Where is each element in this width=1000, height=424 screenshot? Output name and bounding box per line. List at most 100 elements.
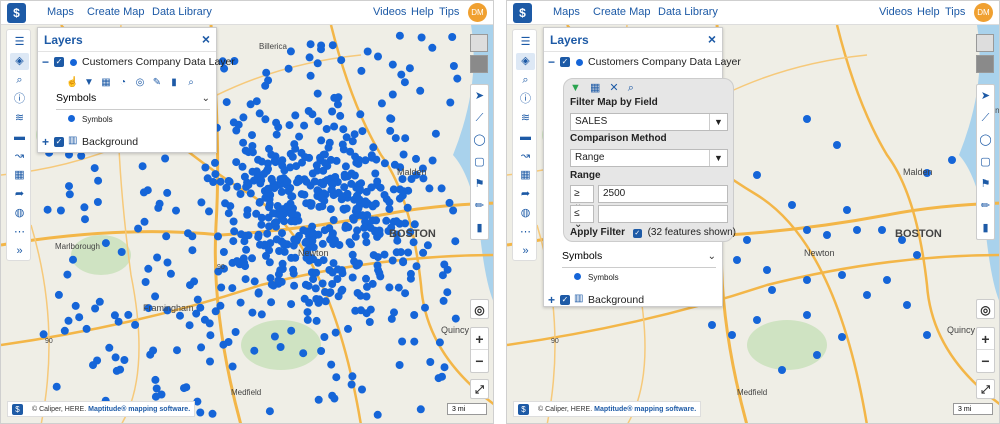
layers-icon[interactable]: ◈ xyxy=(516,53,535,70)
customer-point[interactable] xyxy=(306,40,315,49)
customer-point[interactable] xyxy=(397,70,406,79)
customer-point[interactable] xyxy=(348,250,357,259)
customer-point[interactable] xyxy=(358,385,366,394)
customer-point[interactable] xyxy=(302,237,310,246)
customer-point[interactable] xyxy=(229,118,238,127)
customer-point[interactable] xyxy=(82,324,91,333)
customer-point[interactable] xyxy=(348,372,357,381)
line-icon[interactable]: ⟋ xyxy=(471,107,488,129)
customer-point[interactable] xyxy=(292,162,301,171)
customer-point[interactable] xyxy=(80,203,89,212)
customer-point[interactable] xyxy=(317,347,326,355)
customer-point[interactable] xyxy=(400,78,409,87)
customer-point[interactable] xyxy=(257,220,266,229)
zoom-out-button[interactable]: − xyxy=(471,350,488,372)
close-icon[interactable]: × xyxy=(708,31,716,47)
customer-point[interactable] xyxy=(329,216,338,224)
stack-icon[interactable]: ≋ xyxy=(10,110,29,127)
customer-point[interactable] xyxy=(313,89,322,98)
customer-point[interactable] xyxy=(261,81,270,90)
customer-point[interactable] xyxy=(110,311,119,320)
range-max-operator[interactable]: ≤ ⌄ xyxy=(570,205,594,230)
customer-point[interactable] xyxy=(222,98,231,107)
car-icon[interactable]: ▬ xyxy=(10,129,29,146)
clear-icon[interactable]: ✕ xyxy=(609,82,618,94)
customer-point[interactable] xyxy=(180,384,188,393)
filtered-customer-point[interactable] xyxy=(903,301,911,309)
customer-point[interactable] xyxy=(304,107,313,115)
customer-point[interactable] xyxy=(373,177,382,186)
background-row[interactable]: + ✓ ▥ Background xyxy=(544,290,722,310)
customer-point[interactable] xyxy=(363,47,372,56)
customer-point[interactable] xyxy=(276,343,285,351)
filtered-customer-point[interactable] xyxy=(863,291,871,299)
customer-point[interactable] xyxy=(206,357,214,366)
customer-point[interactable] xyxy=(267,298,276,307)
customer-point[interactable] xyxy=(287,209,296,218)
customer-point[interactable] xyxy=(293,234,302,243)
customer-point[interactable] xyxy=(425,184,434,193)
zoom-in-button[interactable]: + xyxy=(977,328,994,350)
customer-point[interactable] xyxy=(320,333,329,341)
customer-point[interactable] xyxy=(229,237,238,246)
customer-point[interactable] xyxy=(386,126,395,135)
customer-point[interactable] xyxy=(278,156,287,165)
customer-point[interactable] xyxy=(224,209,233,218)
customer-point[interactable] xyxy=(146,350,155,359)
customer-point[interactable] xyxy=(216,177,225,186)
layer-checkbox[interactable]: ✓ xyxy=(54,57,64,67)
customer-point[interactable] xyxy=(315,202,324,211)
customer-point[interactable] xyxy=(56,206,65,215)
nav-create-map[interactable]: Create Map xyxy=(593,6,650,18)
customer-point[interactable] xyxy=(117,248,126,256)
customer-point[interactable] xyxy=(236,190,245,198)
customer-point[interactable] xyxy=(197,343,206,352)
customer-point[interactable] xyxy=(318,279,327,288)
customer-point[interactable] xyxy=(304,281,313,290)
customer-point[interactable] xyxy=(403,203,412,212)
nav-data-library[interactable]: Data Library xyxy=(152,6,212,18)
customer-point[interactable] xyxy=(77,151,86,160)
customer-point[interactable] xyxy=(331,328,340,337)
customer-point[interactable] xyxy=(243,210,252,219)
customer-point[interactable] xyxy=(116,365,125,374)
grid-icon[interactable]: ▦ xyxy=(516,167,535,184)
delete-icon[interactable]: ▮ xyxy=(168,77,180,89)
more-icon[interactable]: ⋯ xyxy=(10,224,29,241)
customer-point[interactable] xyxy=(352,261,361,270)
customer-point[interactable] xyxy=(312,268,321,277)
customer-point[interactable] xyxy=(277,187,286,196)
customer-point[interactable] xyxy=(380,159,389,168)
nav-help[interactable]: Help xyxy=(917,6,940,18)
customer-point[interactable] xyxy=(305,298,314,307)
customer-point[interactable] xyxy=(60,326,69,335)
layer-checkbox[interactable]: ✓ xyxy=(560,57,570,67)
symbols-select[interactable]: Symbols ⌄ xyxy=(562,250,716,268)
customer-point[interactable] xyxy=(186,281,194,290)
customer-point[interactable] xyxy=(185,321,194,330)
cursor-icon[interactable]: ➤ xyxy=(471,85,488,107)
customer-point[interactable] xyxy=(233,182,242,191)
info-icon[interactable]: ⓘ xyxy=(10,91,29,108)
nav-videos[interactable]: Videos xyxy=(879,6,912,18)
customer-point[interactable] xyxy=(291,111,300,120)
app-logo[interactable]: $ xyxy=(7,3,26,23)
customer-point[interactable] xyxy=(449,62,458,70)
customer-point[interactable] xyxy=(219,248,228,256)
filtered-customer-point[interactable] xyxy=(913,251,921,259)
table-icon[interactable]: ▦ xyxy=(100,77,112,89)
stack-icon[interactable]: ≋ xyxy=(516,110,535,127)
fullscreen-button[interactable]: ⤢ xyxy=(976,379,995,399)
customer-point[interactable] xyxy=(328,268,337,277)
customer-point[interactable] xyxy=(287,300,296,309)
customer-point[interactable] xyxy=(263,229,272,238)
customer-point[interactable] xyxy=(52,382,61,391)
nav-videos[interactable]: Videos xyxy=(373,6,406,18)
customer-point[interactable] xyxy=(69,255,77,264)
customer-point[interactable] xyxy=(443,288,452,297)
customer-point[interactable] xyxy=(90,164,99,173)
nav-data-library[interactable]: Data Library xyxy=(658,6,718,18)
customer-point[interactable] xyxy=(357,66,366,75)
customer-point[interactable] xyxy=(348,137,357,146)
customer-point[interactable] xyxy=(306,71,315,80)
